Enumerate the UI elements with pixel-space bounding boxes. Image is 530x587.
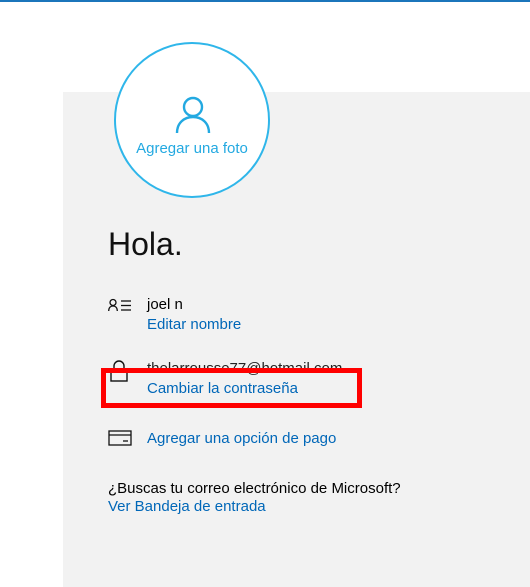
add-payment-link[interactable]: Agregar una opción de pago (147, 430, 336, 447)
edit-name-link[interactable]: Editar nombre (147, 316, 241, 333)
credit-card-icon (108, 430, 132, 446)
view-inbox-link[interactable]: Ver Bandeja de entrada (108, 498, 266, 515)
top-accent-line (0, 0, 530, 2)
person-icon (175, 96, 211, 134)
mail-question: ¿Buscas tu correo electrónico de Microso… (108, 480, 401, 497)
contact-card-icon (108, 298, 131, 312)
greeting-heading: Hola. (108, 226, 183, 262)
account-name: joel n (147, 296, 183, 313)
red-highlight-box (101, 368, 362, 408)
add-photo-button[interactable]: Agregar una foto (114, 42, 270, 198)
add-photo-label: Agregar una foto (136, 140, 248, 157)
